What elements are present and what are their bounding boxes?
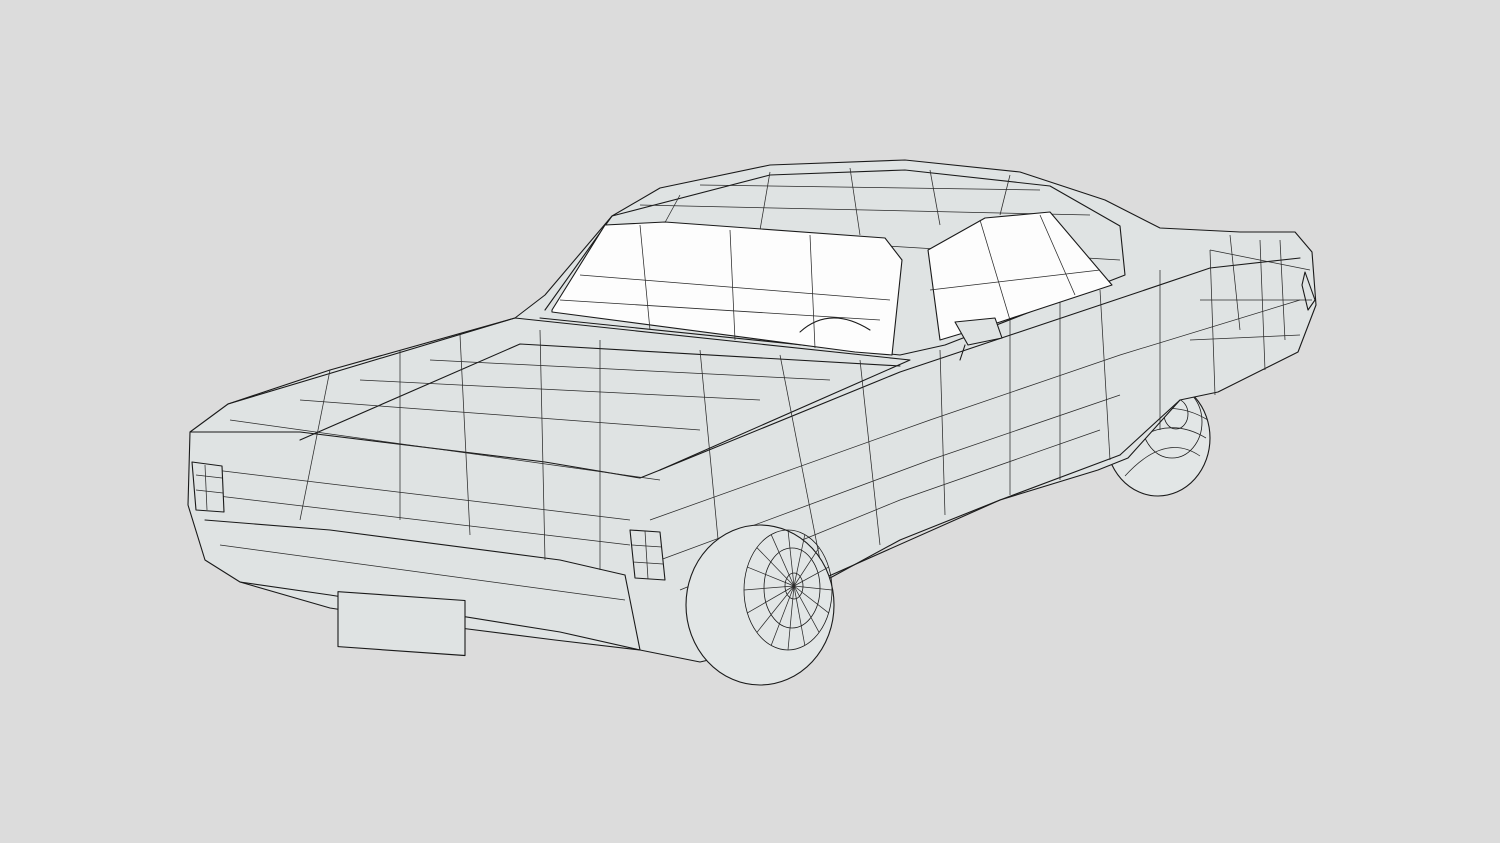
- headlight-right: [629, 529, 666, 581]
- car-wireframe-model: [187, 159, 1317, 686]
- front-wheel: [685, 524, 835, 686]
- model-viewport[interactable]: [0, 0, 1500, 843]
- license-plate: [337, 591, 466, 657]
- headlight-left: [191, 461, 225, 513]
